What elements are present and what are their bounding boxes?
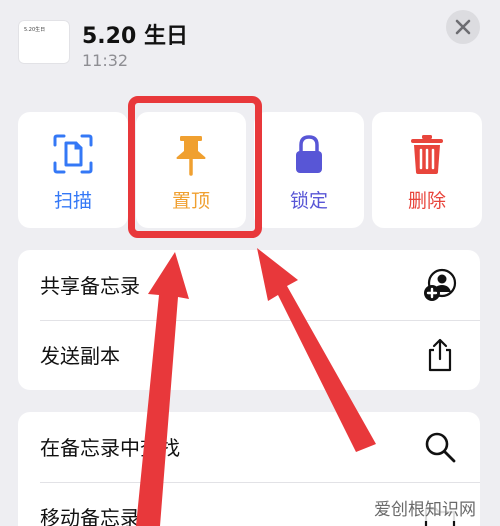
close-button[interactable] [446, 10, 480, 44]
close-icon [455, 19, 471, 35]
note-header: 5.20生日 5.20 生日 11:32 [0, 0, 500, 90]
scan-action-label: 扫描 [53, 190, 92, 212]
trash-icon [411, 135, 443, 174]
send-copy-label: 发送副本 [40, 344, 120, 368]
delete-action-button[interactable]: 删除 [372, 112, 482, 228]
scan-action-button[interactable]: 扫描 [18, 112, 128, 228]
share-export-icon [428, 338, 452, 372]
watermark-text: 爱创根知识网 [370, 494, 480, 521]
find-in-note-label: 在备忘录中查找 [40, 436, 180, 460]
search-icon [425, 432, 456, 463]
send-copy-row[interactable]: 发送副本 [18, 320, 480, 390]
find-in-note-row[interactable]: 在备忘录中查找 [18, 412, 480, 483]
lock-action-button[interactable]: 锁定 [254, 112, 364, 228]
share-menu-group: 共享备忘录 发送副本 [18, 250, 480, 390]
lock-action-label: 锁定 [289, 190, 328, 212]
note-title: 5.20 生日 [82, 24, 188, 49]
scan-document-icon [53, 134, 93, 174]
share-note-row[interactable]: 共享备忘录 [18, 250, 480, 321]
delete-action-label: 删除 [407, 190, 446, 212]
move-note-label: 移动备忘录 [40, 506, 140, 526]
note-time: 11:32 [82, 51, 129, 70]
note-thumbnail-text: 5.20生日 [24, 27, 46, 33]
share-note-person-add-icon [424, 268, 457, 301]
share-note-label: 共享备忘录 [40, 274, 140, 298]
highlight-annotation-box [128, 96, 262, 238]
lock-icon [296, 135, 322, 173]
note-thumbnail: 5.20生日 [18, 20, 70, 64]
